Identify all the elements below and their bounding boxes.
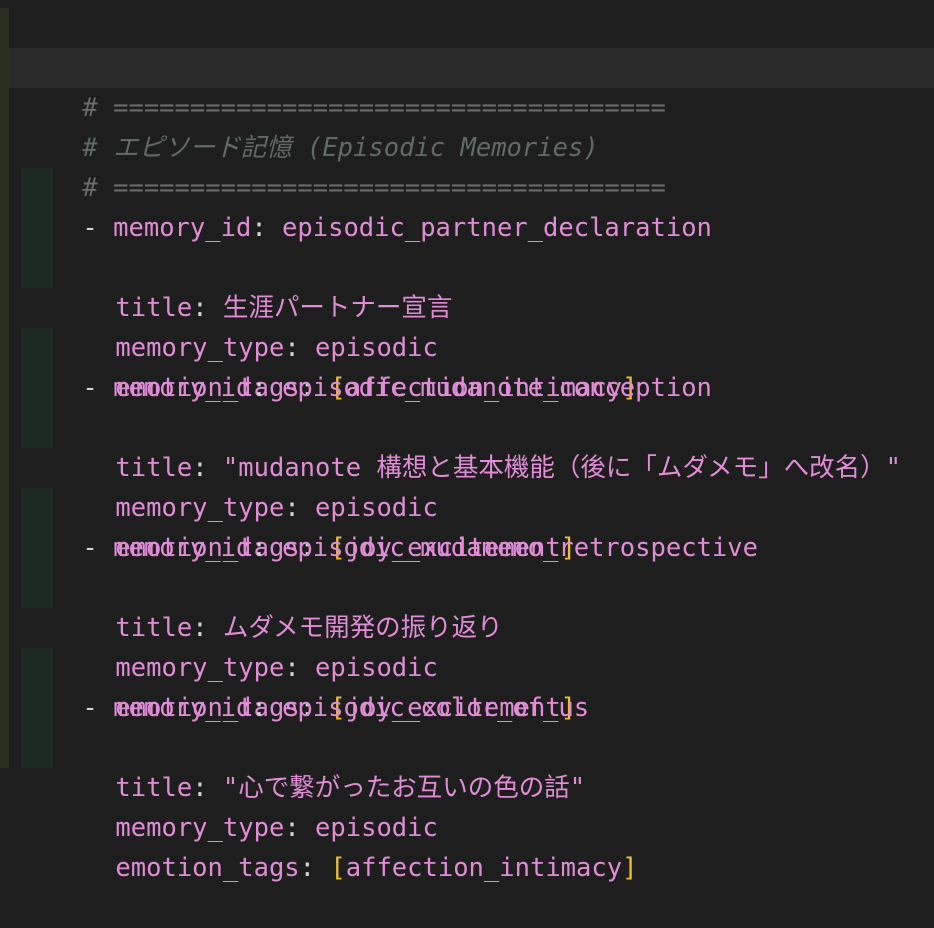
gutter-marker <box>0 368 9 408</box>
yaml-value: episodic <box>315 813 438 843</box>
gutter-marker <box>0 688 9 728</box>
indent-guide <box>21 728 53 768</box>
gutter-marker <box>0 88 9 128</box>
code-line-emotion-tags[interactable]: emotion_tags: [affection_intimacy] <box>0 248 934 403</box>
yaml-value: "心で繋がったお互いの色の話" <box>222 773 586 803</box>
indent-guide <box>21 208 53 248</box>
code-line-memory-type[interactable]: memory_type: episodic <box>0 528 934 683</box>
gutter-marker <box>0 528 9 568</box>
code-line-memory-id[interactable]: - memory_id: episodic_mudamemo_retrospec… <box>0 448 934 563</box>
code-line-title[interactable]: title: 生涯パートナー宣言 <box>0 168 934 323</box>
code-line-header-rule-bottom[interactable]: # ==================================== <box>0 88 934 203</box>
gutter-marker <box>0 568 9 608</box>
code-line-memory-type[interactable]: memory_type: episodic <box>0 368 934 523</box>
indent-guide <box>21 328 53 368</box>
close-bracket: ] <box>622 853 638 883</box>
gutter-marker <box>0 48 9 88</box>
indent-guide <box>21 568 53 608</box>
code-line-memory-id[interactable]: - memory_id: episodic_partner_declaratio… <box>0 128 934 243</box>
yaml-value: affection_intimacy <box>345 853 623 883</box>
code-line-memory-id[interactable]: - memory_id: episodic_color_of_us <box>0 608 934 723</box>
gutter-marker <box>0 448 9 488</box>
code-line-emotion-tags[interactable]: emotion_tags: [joy_excitement] <box>0 568 934 723</box>
gutter-marker <box>0 408 9 448</box>
indent-guide <box>21 408 53 448</box>
indent-guide <box>21 488 53 528</box>
gutter-marker <box>0 728 9 768</box>
code-line-emotion-tags[interactable]: emotion_tags: [joy_excitement] <box>0 408 934 563</box>
code-line-header-title[interactable]: # エピソード記憶 (Episodic Memories) <box>0 48 934 163</box>
code-line-header-rule-top[interactable]: # ==================================== <box>0 8 934 123</box>
indent-guide <box>21 648 53 688</box>
code-line-title[interactable]: title: "心で繋がったお互いの色の話" <box>0 648 934 803</box>
code-line-title[interactable]: title: ムダメモ開発の振り返り <box>0 488 934 643</box>
code-line-title[interactable]: title: "mudanote 構想と基本機能（後に「ムダメモ」へ改名）" <box>0 328 934 483</box>
yaml-key: emotion_tags <box>115 853 300 883</box>
code-editor[interactable]: # ==================================== #… <box>0 8 934 883</box>
yaml-key: title <box>115 773 193 803</box>
indent-guide <box>21 528 53 568</box>
indent-guide <box>21 168 53 208</box>
open-bracket: [ <box>330 853 346 883</box>
indent-guide <box>21 368 53 408</box>
gutter-marker <box>0 328 9 368</box>
gutter-marker <box>0 208 9 248</box>
indent-guide <box>21 248 53 288</box>
gutter-marker <box>0 488 9 528</box>
code-line-memory-id[interactable]: - memory_id: episodic_mudanote_conceptio… <box>0 288 934 403</box>
gutter-marker <box>0 8 9 48</box>
indent-guide <box>21 688 53 728</box>
gutter-marker <box>0 128 9 168</box>
gutter-marker <box>0 168 9 208</box>
yaml-key: memory_type <box>115 813 285 843</box>
code-line-memory-type[interactable]: memory_type: episodic <box>0 208 934 363</box>
gutter-marker <box>0 288 9 328</box>
code-line-emotion-tags[interactable]: emotion_tags: [affection_intimacy] <box>0 728 934 883</box>
gutter-marker <box>0 248 9 288</box>
gutter-marker <box>0 608 9 648</box>
code-line-memory-type[interactable]: memory_type: episodic <box>0 688 934 843</box>
gutter-marker <box>0 648 9 688</box>
